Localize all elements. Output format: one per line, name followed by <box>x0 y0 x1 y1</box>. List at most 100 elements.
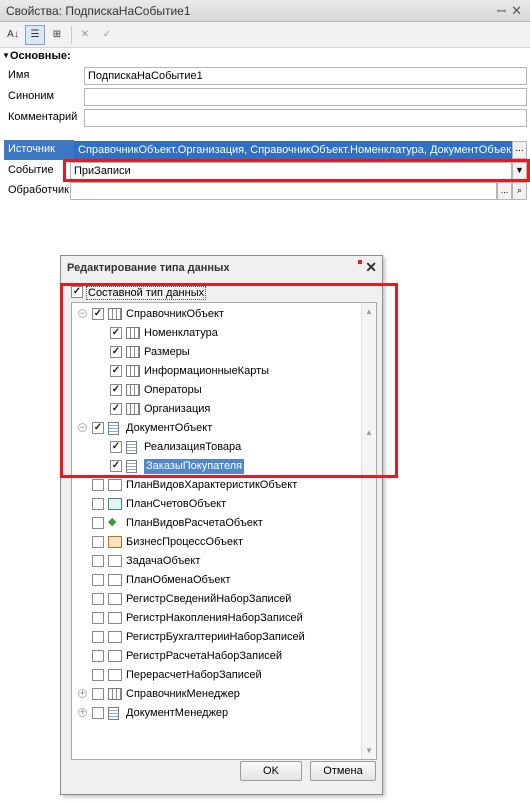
tree-node[interactable]: ✓ Операторы <box>72 381 362 400</box>
tree-node-label: БизнесПроцессОбъект <box>126 536 243 548</box>
source-field[interactable]: СправочникОбъект.Организация, Справочник… <box>74 141 512 159</box>
tree-scrollbar[interactable]: ▲ ▲ ▼ <box>361 303 376 759</box>
document-icon <box>126 441 137 454</box>
scroll-down-icon[interactable]: ▼ <box>365 746 373 755</box>
tree-node[interactable]: ✓ Размеры <box>72 343 362 362</box>
tree-node-label: ПланОбменаОбъект <box>126 574 231 586</box>
tree-node[interactable]: ✓ РеализацияТовара <box>72 438 362 457</box>
tree-node[interactable]: + СправочникМенеджер <box>72 685 362 704</box>
document-icon <box>108 422 119 435</box>
tree-node-checkbox[interactable]: ✓ <box>110 403 122 415</box>
categorized-view-icon[interactable]: ☰ <box>25 25 45 45</box>
handler-field[interactable] <box>70 182 497 200</box>
tree-node-checkbox[interactable] <box>92 612 104 624</box>
tree-node-label: ДокументМенеджер <box>126 707 229 719</box>
handler-open-button[interactable]: ⌕ <box>512 182 527 200</box>
tree-node-label: РегистрСведенийНаборЗаписей <box>126 593 292 605</box>
synonym-field[interactable] <box>84 88 527 106</box>
tree-node-checkbox[interactable] <box>92 536 104 548</box>
tree-node[interactable]: БизнесПроцессОбъект <box>72 533 362 552</box>
apply-icon[interactable]: ✓ <box>97 25 117 45</box>
business-process-icon <box>108 536 122 548</box>
scroll-marker-icon: ▲ <box>365 428 373 437</box>
table-icon <box>126 365 140 377</box>
tree-node-checkbox[interactable] <box>92 574 104 586</box>
source-select-button[interactable]: ... <box>512 141 527 159</box>
tree-node[interactable]: ✓ Организация <box>72 400 362 419</box>
scroll-up-icon[interactable]: ▲ <box>365 307 373 316</box>
comment-field[interactable] <box>84 109 527 127</box>
event-field[interactable]: ПриЗаписи <box>70 162 512 180</box>
tree-node-label: СправочникОбъект <box>126 308 224 320</box>
accounts-plan-icon <box>108 498 122 510</box>
table-icon <box>108 308 122 320</box>
clear-icon[interactable]: ✕ <box>75 25 95 45</box>
close-icon[interactable]: ✕ <box>511 3 522 19</box>
tree-node-checkbox[interactable] <box>92 593 104 605</box>
tree-node[interactable]: РегистрБухгалтерииНаборЗаписей <box>72 628 362 647</box>
tree-node-checkbox[interactable]: ✓ <box>110 346 122 358</box>
collapse-icon[interactable]: − <box>78 309 87 318</box>
ok-button[interactable]: OK <box>240 761 302 781</box>
sort-alpha-icon[interactable]: A↓ <box>3 25 23 45</box>
dialog-close-icon[interactable]: ✕ <box>365 259 377 276</box>
tree-node-checkbox[interactable] <box>92 688 104 700</box>
expand-icon[interactable]: + <box>78 708 87 717</box>
tree-node-checkbox[interactable] <box>92 650 104 662</box>
tree-node-checkbox[interactable] <box>92 479 104 491</box>
property-handler-row: Обработчик ... ⌕ <box>0 181 530 201</box>
cancel-button[interactable]: Отмена <box>310 761 376 781</box>
pin-icon[interactable]: ꟷ <box>497 4 506 19</box>
exchange-plan-icon <box>108 574 122 586</box>
tree-node[interactable]: ПерерасчетНаборЗаписей <box>72 666 362 685</box>
tree-node-checkbox[interactable] <box>92 555 104 567</box>
tree-node[interactable]: ✓ ИнформационныеКарты <box>72 362 362 381</box>
expand-icon[interactable]: + <box>78 689 87 698</box>
tree-node-checkbox[interactable] <box>92 517 104 529</box>
tree-node[interactable]: − ✓ ДокументОбъект <box>72 419 362 438</box>
collapse-icon[interactable]: − <box>78 423 87 432</box>
tree-node-checkbox[interactable]: ✓ <box>92 422 104 434</box>
tree-node-label: Организация <box>144 403 211 415</box>
tree-node[interactable]: ПланВидовХарактеристикОбъект <box>72 476 362 495</box>
tree-node[interactable]: − ✓ СправочникОбъект <box>72 305 362 324</box>
accounting-register-icon <box>108 631 122 643</box>
table-icon <box>126 384 140 396</box>
tree-node[interactable]: РегистрРасчетаНаборЗаписей <box>72 647 362 666</box>
tree-node-checkbox[interactable]: ✓ <box>110 441 122 453</box>
tree-node-checkbox[interactable]: ✓ <box>110 327 122 339</box>
tree-node-checkbox[interactable]: ✓ <box>92 308 104 320</box>
tree-node-checkbox[interactable]: ✓ <box>110 365 122 377</box>
tree-node-checkbox[interactable] <box>92 669 104 681</box>
property-label: Источник <box>8 143 55 155</box>
tree-node[interactable]: + ДокументМенеджер <box>72 704 362 723</box>
filter-icon[interactable]: ⊞ <box>47 25 67 45</box>
tree-node[interactable]: ПланСчетовОбъект <box>72 495 362 514</box>
event-dropdown-button[interactable]: ▼ <box>512 162 527 180</box>
tree-node-checkbox[interactable]: ✓ <box>110 460 122 472</box>
tree-node[interactable]: ЗадачаОбъект <box>72 552 362 571</box>
tree-node[interactable]: РегистрСведенийНаборЗаписей <box>72 590 362 609</box>
tree-node-checkbox[interactable]: ✓ <box>110 384 122 396</box>
tree-node[interactable]: ✓ ЗаказыПокупателя <box>72 457 362 476</box>
chart-plan-icon <box>108 479 122 491</box>
tree-node-label: РеализацияТовара <box>144 441 242 453</box>
property-synonym-row: Синоним <box>0 87 530 107</box>
tree-node-checkbox[interactable] <box>92 498 104 510</box>
section-main[interactable]: ▼ Основные: <box>0 50 530 64</box>
tree-node-checkbox[interactable] <box>92 707 104 719</box>
window-title: Свойства: ПодпискаНаСобытие1 <box>6 4 191 18</box>
tree-node-label: ПерерасчетНаборЗаписей <box>126 669 262 681</box>
handler-select-button[interactable]: ... <box>497 182 512 200</box>
tree-node[interactable]: ◆ ПланВидовРасчетаОбъект <box>72 514 362 533</box>
dialog-title: Редактирование типа данных <box>67 262 230 274</box>
type-tree[interactable]: ▲ ▲ ▼ − ✓ СправочникОбъект ✓ Номенклатура ✓ Ра… <box>71 302 377 760</box>
tree-node[interactable]: ✓ Номенклатура <box>72 324 362 343</box>
name-field[interactable]: ПодпискаНаСобытие1 <box>84 67 527 85</box>
tree-node-checkbox[interactable] <box>92 631 104 643</box>
tree-node[interactable]: ПланОбменаОбъект <box>72 571 362 590</box>
composite-checkbox[interactable]: ✓ <box>71 286 83 298</box>
properties-toolbar: A↓ ☰ ⊞ ✕ ✓ <box>0 22 530 48</box>
composite-label: Составной тип данных <box>86 286 207 300</box>
tree-node[interactable]: РегистрНакопленияНаборЗаписей <box>72 609 362 628</box>
